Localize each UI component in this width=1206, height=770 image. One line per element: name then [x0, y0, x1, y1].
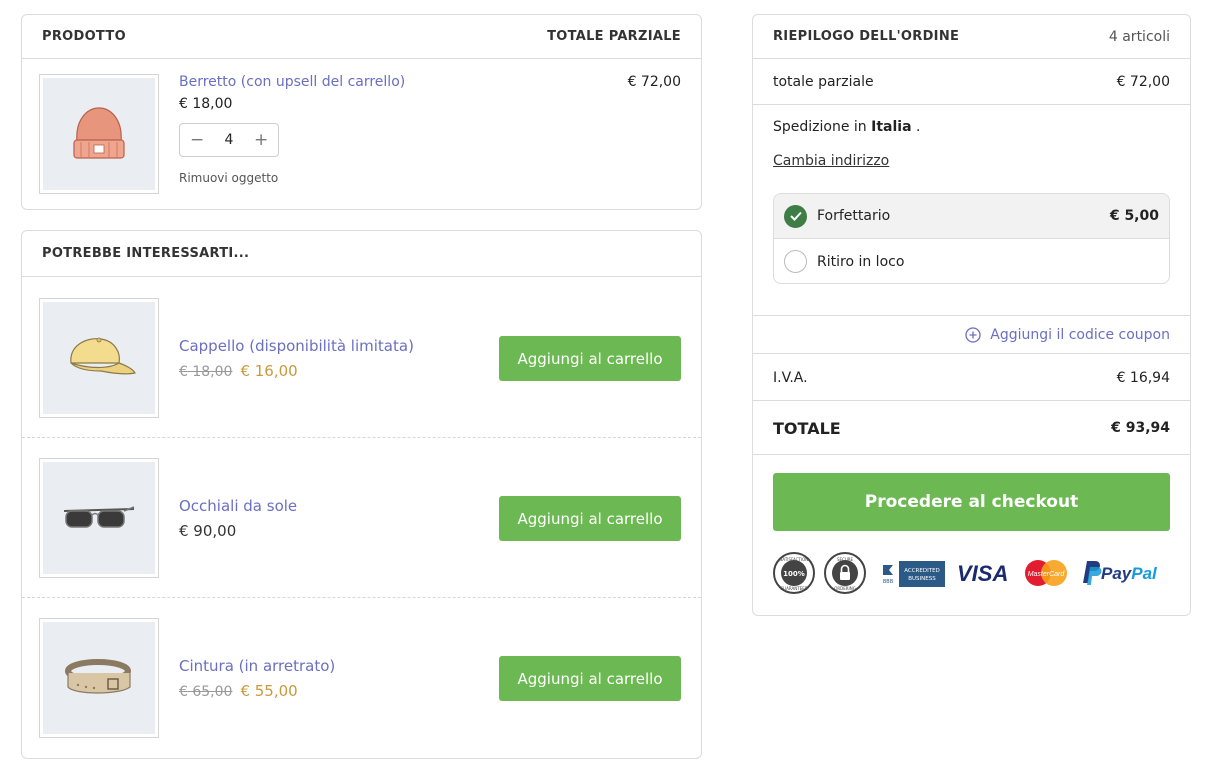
sale-price: € 55,00	[240, 682, 298, 700]
cart-header: PRODOTTO TOTALE PARZIALE	[22, 15, 701, 59]
upsell-header: POTREBBE INTERESSARTI...	[22, 231, 701, 277]
change-address-link[interactable]: Cambia indirizzo	[773, 153, 889, 169]
svg-text:ACCREDITED: ACCREDITED	[904, 568, 940, 574]
shipping-option-pickup[interactable]: Ritiro in loco	[774, 239, 1169, 283]
add-coupon-link[interactable]: Aggiungi il codice coupon	[990, 327, 1170, 343]
visa-icon: VISA	[957, 561, 1008, 586]
add-to-cart-button[interactable]: Aggiungi al carrello	[499, 496, 681, 541]
upsell-item-thumbnail[interactable]	[39, 458, 159, 578]
shipping-option-label: Ritiro in loco	[817, 253, 905, 270]
upsell-item-price: € 65,00 € 55,00	[179, 681, 298, 700]
coupon-row[interactable]: Aggiungi il codice coupon	[753, 316, 1190, 354]
svg-text:SATISFACTION: SATISFACTION	[780, 557, 808, 562]
vat-row: I.V.A. € 16,94	[753, 355, 1190, 401]
upsell-item-row: Cintura (in arretrato) € 65,00 € 55,00 Ag…	[22, 598, 701, 758]
svg-text:SECURE: SECURE	[837, 557, 854, 562]
minus-icon[interactable]: −	[190, 130, 204, 150]
cap-icon	[70, 337, 136, 375]
svg-text:ORDERING: ORDERING	[834, 586, 856, 591]
trust-badges: SATISFACTION 100% GUARANTEED SECURE ORDE…	[773, 552, 1173, 594]
add-to-cart-button[interactable]: Aggiungi al carrello	[499, 656, 681, 701]
order-summary-card: RIEPILOGO DELL'ORDINE 4 articoli totale …	[752, 14, 1191, 616]
total-value: € 93,94	[1111, 420, 1170, 436]
svg-text:MasterCard: MasterCard	[1028, 571, 1066, 578]
mastercard-icon: MasterCard	[1025, 560, 1067, 586]
subtotal-row: totale parziale € 72,00	[753, 60, 1190, 105]
belt-icon	[65, 659, 131, 694]
bbb-accredited-icon: BBB ACCREDITED BUSINESS	[877, 561, 945, 587]
quantity-value[interactable]: 4	[225, 132, 234, 148]
total-label: TOTALE	[773, 418, 841, 438]
upsell-item-price: € 90,00	[179, 521, 236, 540]
radio-checked-icon[interactable]	[784, 204, 807, 228]
plus-circle-icon[interactable]	[965, 326, 981, 343]
subtotal-value: € 72,00	[1116, 74, 1170, 90]
cart-item-name-link[interactable]: Berretto (con upsell del carrello)	[179, 74, 405, 90]
item-count: 4 articoli	[1108, 28, 1170, 45]
svg-text:PayPal: PayPal	[1101, 564, 1158, 583]
upsell-item-name-link[interactable]: Cappello (disponibilità limitata)	[179, 337, 414, 355]
cart-card: PRODOTTO TOTALE PARZIALE Berretto (con u…	[21, 14, 702, 210]
sunglasses-icon	[63, 506, 135, 528]
shipping-destination: Spedizione in Italia .	[773, 119, 921, 135]
vat-value: € 16,94	[1116, 369, 1170, 386]
upsell-item-thumbnail[interactable]	[39, 298, 159, 418]
old-price: € 65,00	[179, 684, 233, 700]
upsell-title: POTREBBE INTERESSARTI...	[42, 246, 250, 261]
upsell-item-name-link[interactable]: Occhiali da sole	[179, 497, 297, 515]
upsell-item-row: Occhiali da sole € 90,00 Aggiungi al car…	[22, 438, 701, 598]
cart-item-thumbnail[interactable]	[39, 74, 159, 194]
shipping-country: Italia	[871, 119, 912, 135]
paypal-icon: PayPal	[1083, 561, 1158, 585]
upsell-card: POTREBBE INTERESSARTI... Cappello (dispo…	[21, 230, 702, 759]
shipping-option-label: Forfettario	[817, 208, 891, 224]
radio-unchecked-icon[interactable]	[784, 250, 807, 273]
checkout-button[interactable]: Procedere al checkout	[773, 473, 1170, 531]
add-to-cart-button[interactable]: Aggiungi al carrello	[499, 336, 681, 381]
cart-item-line-total: € 72,00	[627, 74, 681, 90]
upsell-item-row: Cappello (disponibilità limitata) € 18,0…	[22, 278, 701, 438]
upsell-item-name-link[interactable]: Cintura (in arretrato)	[179, 657, 335, 675]
product-column-header: PRODOTTO	[42, 29, 126, 44]
quantity-stepper[interactable]: − 4 +	[179, 123, 279, 157]
svg-text:VISA: VISA	[957, 561, 1008, 586]
sale-price: € 16,00	[240, 362, 298, 380]
old-price: € 18,00	[179, 364, 233, 380]
shipping-option-flat[interactable]: Forfettario € 5,00	[774, 194, 1169, 239]
subtotal-column-header: TOTALE PARZIALE	[547, 29, 681, 44]
svg-text:BBB: BBB	[883, 579, 894, 585]
svg-text:100%: 100%	[783, 570, 805, 578]
beanie-icon	[73, 107, 125, 159]
upsell-item-thumbnail[interactable]	[39, 618, 159, 738]
svg-text:GUARANTEED: GUARANTEED	[780, 586, 808, 591]
plus-icon[interactable]: +	[254, 130, 268, 150]
total-row: TOTALE € 93,94	[753, 402, 1190, 455]
remove-item-link[interactable]: Rimuovi oggetto	[179, 171, 278, 185]
summary-title: RIEPILOGO DELL'ORDINE	[773, 29, 960, 44]
svg-text:BUSINESS: BUSINESS	[908, 576, 936, 582]
upsell-item-price: € 18,00 € 16,00	[179, 361, 298, 380]
shipping-options: Forfettario € 5,00 Ritiro in loco	[773, 193, 1170, 284]
satisfaction-guaranteed-icon: SATISFACTION 100% GUARANTEED	[773, 552, 815, 594]
secure-ordering-icon: SECURE ORDERING	[824, 552, 866, 594]
price: € 90,00	[179, 522, 237, 540]
subtotal-label: totale parziale	[773, 74, 874, 90]
vat-label: I.V.A.	[773, 369, 808, 386]
cart-item-unit-price: € 18,00	[179, 96, 233, 112]
shipping-option-price: € 5,00	[1109, 208, 1159, 224]
summary-header: RIEPILOGO DELL'ORDINE 4 articoli	[753, 15, 1190, 59]
